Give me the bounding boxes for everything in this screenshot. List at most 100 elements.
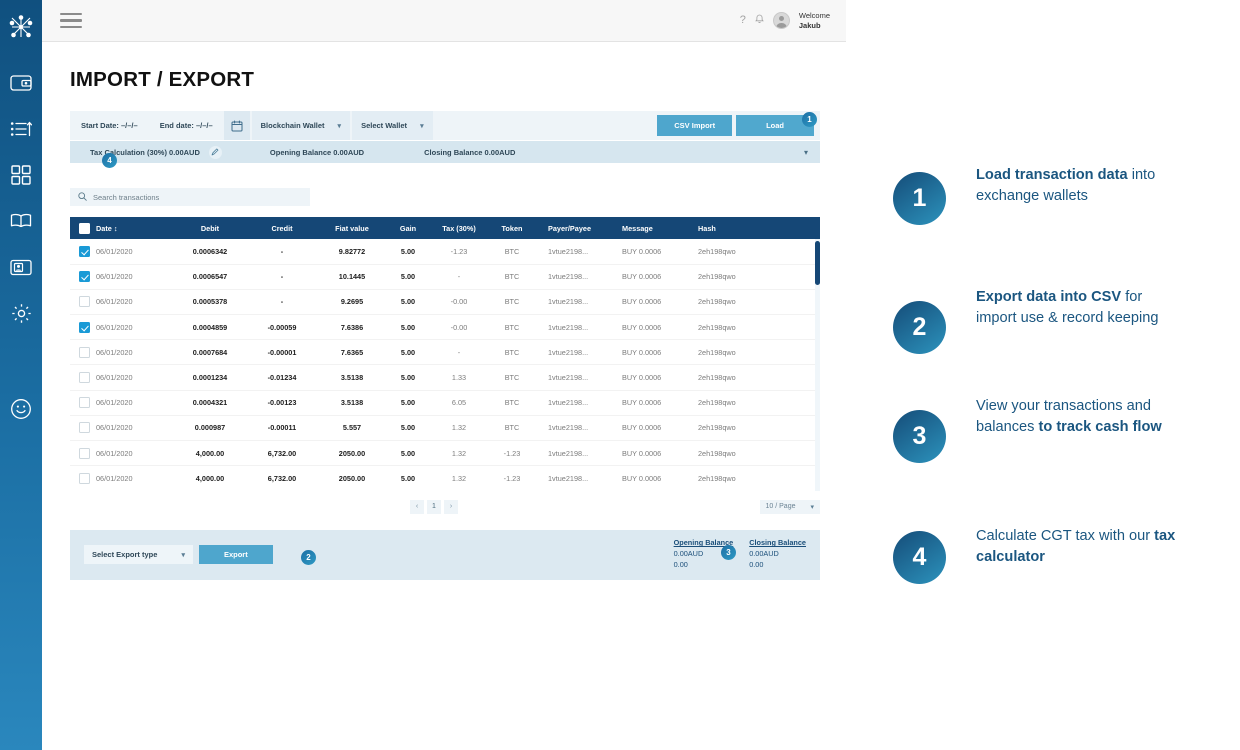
network-logo-icon[interactable] bbox=[8, 14, 34, 45]
row-checkbox[interactable] bbox=[79, 473, 90, 485]
row-select-cell bbox=[70, 440, 96, 467]
search-input[interactable]: Search transactions bbox=[70, 188, 310, 206]
avatar[interactable] bbox=[772, 12, 790, 29]
col-hash[interactable]: Hash bbox=[688, 217, 820, 239]
select-all-checkbox[interactable] bbox=[79, 222, 90, 234]
row-checkbox[interactable] bbox=[79, 245, 90, 257]
table-row[interactable]: 06/01/2020 0.000987 -0.00011 5.557 5.00 1.32 B… bbox=[70, 415, 820, 442]
csv-import-button[interactable]: CSV Import bbox=[657, 115, 733, 136]
export-type-select[interactable]: Select Export type ▾ bbox=[84, 545, 193, 565]
book-icon bbox=[10, 213, 32, 229]
col-credit[interactable]: Credit bbox=[246, 217, 318, 239]
prev-page-button[interactable]: ‹ bbox=[410, 499, 424, 514]
table-row[interactable]: 06/01/2020 0.0006547-10.1445 5.00- BTC 1vtue… bbox=[70, 264, 820, 290]
cell-token: BTC bbox=[488, 339, 536, 366]
cell-fiat: 3.5138 bbox=[318, 390, 386, 416]
cell-debit: 0.0006342 bbox=[174, 239, 246, 265]
row-select-cell bbox=[70, 466, 96, 491]
sidebar-item-dashboard[interactable] bbox=[9, 163, 33, 187]
sidebar-item-support[interactable] bbox=[9, 397, 33, 421]
pencil-icon[interactable] bbox=[208, 145, 222, 159]
callout-badge-1: 1 bbox=[802, 112, 817, 127]
cell-date: 06/01/2020 bbox=[96, 415, 174, 442]
col-debit[interactable]: Debit bbox=[174, 217, 246, 239]
row-checkbox[interactable] bbox=[79, 422, 90, 434]
cell-debit: 0.0001234 bbox=[174, 364, 246, 391]
cell-hash: 2eh198qwo bbox=[688, 314, 820, 341]
step-4-number: 4 bbox=[893, 531, 946, 584]
col-fiat[interactable]: Fiat value bbox=[318, 217, 386, 239]
wallet-select[interactable]: Select Wallet ▾ bbox=[352, 111, 433, 140]
sidebar-item-settings[interactable] bbox=[9, 301, 33, 325]
cell-date: 06/01/2020 bbox=[96, 390, 174, 416]
table-row[interactable]: 06/01/2020 4,000.00 6,732.00 2050.00 5.00 1.3… bbox=[70, 466, 820, 491]
sidebar-item-accounts[interactable] bbox=[9, 255, 33, 279]
hamburger-icon[interactable] bbox=[60, 12, 82, 29]
cell-tax: 1.32 bbox=[451, 474, 467, 484]
cell-message: BUY 0.0006 bbox=[614, 364, 688, 391]
table-row[interactable]: 06/01/2020 0.0005378-9.2695 5.00 -0.00 BTC 1v… bbox=[70, 289, 820, 316]
cell-gain: 5.00 bbox=[386, 314, 430, 341]
col-date[interactable]: Date ↕ bbox=[96, 217, 174, 239]
table-row[interactable]: 06/01/2020 0.0006342-9.82772 5.00 -1.23 BTC 1… bbox=[70, 239, 820, 265]
callout-badge-4: 4 bbox=[102, 153, 117, 168]
table-row[interactable]: 06/01/2020 4,000.00 6,732.00 2050.00 5.00 1.3… bbox=[70, 440, 820, 467]
cell-credit: -0.00059 bbox=[246, 314, 318, 341]
row-checkbox[interactable] bbox=[79, 296, 90, 308]
row-checkbox[interactable] bbox=[79, 372, 90, 384]
row-checkbox[interactable] bbox=[79, 447, 90, 459]
cell-payer: 1vtue2198... bbox=[536, 264, 614, 290]
row-checkbox[interactable] bbox=[79, 321, 90, 333]
page-1-button[interactable]: 1 bbox=[427, 499, 441, 514]
cell-fiat: 2050.00 bbox=[338, 474, 366, 484]
transactions-table-wrapper: Date ↕ Debit Credit Fiat value Gain Tax … bbox=[70, 217, 820, 491]
callout-badge-3: 3 bbox=[721, 545, 736, 560]
blockchain-wallet-select[interactable]: Blockchain Wallet ▾ bbox=[251, 111, 351, 140]
row-checkbox[interactable] bbox=[79, 271, 90, 283]
table-scrollbar-thumb[interactable] bbox=[815, 241, 820, 285]
cell-date: 06/01/2020 bbox=[96, 364, 174, 391]
cell-token: BTC bbox=[488, 390, 536, 416]
start-date-field[interactable]: Start Date: –/–/– bbox=[70, 111, 149, 140]
end-date-field[interactable]: End date: –/–/– bbox=[149, 111, 224, 140]
wallet-select-value: Select Wallet bbox=[361, 121, 408, 130]
step-1-number: 1 bbox=[893, 172, 946, 225]
help-icon[interactable]: ? bbox=[740, 15, 746, 26]
sidebar-item-wallet[interactable] bbox=[9, 71, 33, 95]
per-page-select[interactable]: 10 / Page ▾ bbox=[759, 499, 820, 514]
notification-bell-icon[interactable] bbox=[755, 14, 764, 27]
row-select-cell bbox=[70, 364, 96, 391]
cell-date: 06/01/2020 bbox=[96, 440, 174, 467]
row-checkbox[interactable] bbox=[79, 346, 90, 358]
cell-tax: 1.33 bbox=[430, 364, 488, 391]
cell-message: BUY 0.0006 bbox=[614, 339, 688, 366]
sidebar-item-transactions[interactable] bbox=[9, 117, 33, 141]
closing-balance-title[interactable]: Closing Balance bbox=[749, 538, 806, 549]
col-payer[interactable]: Payer/Payee bbox=[536, 217, 614, 239]
cell-message: BUY 0.0006 bbox=[614, 314, 688, 341]
table-scrollbar[interactable] bbox=[815, 239, 820, 491]
cell-gain: 5.00 bbox=[400, 474, 416, 484]
cell-debit: 0.0006547 bbox=[174, 264, 246, 290]
cell-hash: 2eh198qwo bbox=[688, 390, 820, 416]
col-token[interactable]: Token bbox=[488, 217, 536, 239]
row-select-cell bbox=[70, 289, 96, 316]
step-4-text: Calculate CGT tax with our tax calculato… bbox=[976, 526, 1176, 567]
transactions-table: Date ↕ Debit Credit Fiat value Gain Tax … bbox=[70, 217, 820, 491]
table-row[interactable]: 06/01/2020 0.0001234 -0.01234 3.5138 5.00 1.3… bbox=[70, 364, 820, 391]
chevron-down-icon[interactable]: ▾ bbox=[804, 148, 812, 157]
table-row[interactable]: 06/01/2020 0.0004859 -0.00059 7.6386 5.00 -0.… bbox=[70, 314, 820, 341]
table-row[interactable]: 06/01/2020 0.0007684 -0.00001 7.6365 5.00- BT… bbox=[70, 339, 820, 366]
step-4: 4 Calculate CGT tax with our tax calcula… bbox=[893, 526, 1176, 584]
col-tax[interactable]: Tax (30%) bbox=[430, 217, 488, 239]
next-page-button[interactable]: › bbox=[444, 499, 458, 514]
cell-payer: 1vtue2198... bbox=[536, 239, 614, 265]
cell-token: BTC bbox=[488, 364, 536, 391]
calendar-icon[interactable] bbox=[223, 111, 250, 140]
row-checkbox[interactable] bbox=[79, 397, 90, 409]
export-button[interactable]: Export bbox=[198, 545, 273, 565]
table-row[interactable]: 06/01/2020 0.0004321 -0.00123 3.5138 5.00 6.0… bbox=[70, 390, 820, 416]
sidebar-item-ledger[interactable] bbox=[9, 209, 33, 233]
col-gain[interactable]: Gain bbox=[386, 217, 430, 239]
col-message[interactable]: Message bbox=[614, 217, 688, 239]
